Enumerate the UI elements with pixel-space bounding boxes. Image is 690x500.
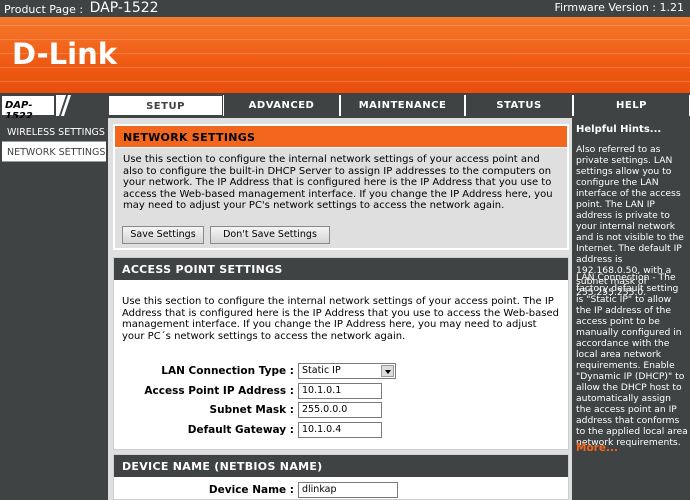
product-page: Product Page : DAP-1522 <box>4 0 159 17</box>
network-settings-title: NETWORK SETTINGS <box>115 126 567 148</box>
brand-banner: D-Link <box>0 17 690 93</box>
model-badge: DAP-1522 <box>2 96 54 122</box>
product-model: DAP-1522 <box>89 0 159 16</box>
tab-status[interactable]: STATUS <box>465 95 573 116</box>
device-name-label: Device Name : <box>208 484 294 496</box>
sidebar: WIRELESS SETTINGS NETWORK SETTINGS <box>0 118 108 500</box>
device-name-title: DEVICE NAME (NETBIOS NAME) <box>114 455 568 477</box>
lan-connection-type-value: Static IP <box>302 365 341 376</box>
badge-slash-icon <box>56 95 71 116</box>
subnet-mask-input[interactable]: 255.0.0.0 <box>298 402 382 418</box>
tab-maintenance[interactable]: MAINTENANCE <box>340 95 465 116</box>
tab-advanced[interactable]: ADVANCED <box>223 95 340 116</box>
save-settings-button[interactable]: Save Settings <box>122 226 204 244</box>
main-content: NETWORK SETTINGS Use this section to con… <box>108 118 572 500</box>
main-nav: DAP-1522 SETUP ADVANCED MAINTENANCE STAT… <box>0 93 690 122</box>
sidebar-item-network-settings[interactable]: NETWORK SETTINGS <box>2 142 106 162</box>
top-bar: Product Page : DAP-1522 Firmware Version… <box>0 0 690 17</box>
product-label: Product Page : <box>4 3 84 16</box>
device-name-input[interactable]: dlinkap <box>298 482 398 498</box>
dont-save-settings-button[interactable]: Don't Save Settings <box>210 226 330 244</box>
network-settings-description: Use this section to configure the intern… <box>123 154 553 211</box>
access-point-settings-description: Use this section to configure the intern… <box>122 296 559 342</box>
access-point-settings-title: ACCESS POINT SETTINGS <box>114 258 568 280</box>
hints-lan-connection: LAN Connection - The factory default set… <box>576 272 688 448</box>
dropdown-arrow-icon <box>381 365 394 377</box>
helpful-hints-panel: Helpful Hints... Also referred to as pri… <box>572 118 690 500</box>
hints-more-link[interactable]: More... <box>576 442 618 454</box>
default-gateway-label: Default Gateway : <box>187 424 294 436</box>
sidebar-item-wireless-settings[interactable]: WIRELESS SETTINGS <box>2 122 106 142</box>
firmware-version: Firmware Version : 1.21 <box>554 1 684 14</box>
dlink-logo: D-Link <box>12 37 117 71</box>
default-gateway-input[interactable]: 10.1.0.4 <box>298 422 382 438</box>
helpful-hints-title: Helpful Hints... <box>576 124 662 135</box>
network-settings-box: NETWORK SETTINGS Use this section to con… <box>113 124 569 250</box>
lan-connection-type-label: LAN Connection Type : <box>161 365 294 377</box>
access-point-settings-box: ACCESS POINT SETTINGS Use this section t… <box>113 257 569 450</box>
tab-setup[interactable]: SETUP <box>108 95 223 116</box>
subnet-mask-label: Subnet Mask : <box>209 404 294 416</box>
ap-ip-address-label: Access Point IP Address : <box>144 385 294 397</box>
tab-help[interactable]: HELP <box>573 95 690 116</box>
lan-connection-type-select[interactable]: Static IP <box>298 363 396 379</box>
ap-ip-address-input[interactable]: 10.1.0.1 <box>298 383 382 399</box>
device-name-box: DEVICE NAME (NETBIOS NAME) Device Name :… <box>113 454 569 500</box>
